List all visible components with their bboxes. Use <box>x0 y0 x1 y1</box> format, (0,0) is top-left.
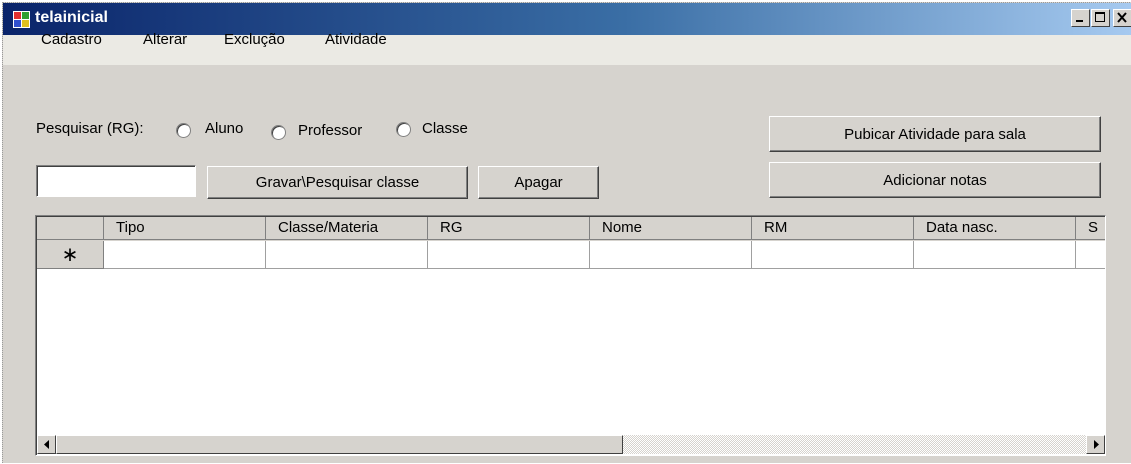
radio-professor-label[interactable]: Professor <box>298 122 362 139</box>
close-button[interactable] <box>1113 9 1131 27</box>
minimize-button[interactable] <box>1071 9 1090 27</box>
cell-classe-materia[interactable] <box>266 241 428 269</box>
cell-rg[interactable] <box>428 241 590 269</box>
window-title: telainicial <box>35 9 108 26</box>
column-header-data-nasc[interactable]: Data nasc. <box>914 217 1076 240</box>
grid-header-row: Tipo Classe/Materia RG Nome RM Data nasc… <box>37 217 1105 241</box>
scrollbar-thumb[interactable] <box>56 435 623 454</box>
minimize-icon <box>1076 20 1083 22</box>
radio-aluno[interactable] <box>176 123 191 138</box>
scroll-left-button[interactable] <box>37 435 56 454</box>
publish-activity-button[interactable]: Pubicar Atividade para sala <box>769 116 1101 152</box>
arrow-right-icon <box>1093 440 1099 449</box>
cell-s[interactable] <box>1076 241 1105 269</box>
close-icon <box>1117 12 1127 23</box>
new-row-marker[interactable]: ∗ <box>37 241 104 269</box>
grid-new-row[interactable]: ∗ <box>37 241 1105 269</box>
column-header-rm[interactable]: RM <box>752 217 914 240</box>
save-search-class-label: Gravar\Pesquisar classe <box>255 174 420 191</box>
horizontal-scrollbar[interactable] <box>37 435 1105 454</box>
rg-search-input[interactable] <box>36 165 196 197</box>
menu-atividade[interactable]: Atividade <box>325 31 387 48</box>
radio-professor[interactable] <box>271 125 286 140</box>
data-grid[interactable]: Tipo Classe/Materia RG Nome RM Data nasc… <box>35 215 1106 456</box>
save-search-class-button[interactable]: Gravar\Pesquisar classe <box>207 166 468 199</box>
column-header-classe-materia[interactable]: Classe/Materia <box>266 217 428 240</box>
main-window: telainicial Cadastro Alterar Exclução At… <box>2 2 1131 463</box>
maximize-icon <box>1095 12 1105 22</box>
radio-aluno-label[interactable]: Aluno <box>205 120 243 137</box>
scroll-right-button[interactable] <box>1086 435 1105 454</box>
column-header-rg[interactable]: RG <box>428 217 590 240</box>
menu-alterar[interactable]: Alterar <box>143 31 187 48</box>
cell-data-nasc[interactable] <box>914 241 1076 269</box>
column-header-nome[interactable]: Nome <box>590 217 752 240</box>
cell-tipo[interactable] <box>104 241 266 269</box>
publish-activity-label: Pubicar Atividade para sala <box>844 125 1026 143</box>
radio-classe-label[interactable]: Classe <box>422 120 468 137</box>
column-header-tipo[interactable]: Tipo <box>104 217 266 240</box>
add-grades-button[interactable]: Adicionar notas <box>769 162 1101 198</box>
delete-button[interactable]: Apagar <box>478 166 599 199</box>
add-grades-label: Adicionar notas <box>883 171 987 189</box>
arrow-left-icon <box>43 440 49 449</box>
column-header-s[interactable]: S <box>1076 217 1105 240</box>
menu-cadastro[interactable]: Cadastro <box>41 31 102 48</box>
menu-exclucao[interactable]: Exclução <box>224 31 285 48</box>
radio-classe[interactable] <box>396 122 411 137</box>
search-label: Pesquisar (RG): <box>36 120 144 137</box>
cell-nome[interactable] <box>590 241 752 269</box>
app-icon <box>13 11 30 28</box>
delete-label: Apagar <box>514 174 563 191</box>
cell-rm[interactable] <box>752 241 914 269</box>
grid-corner-header[interactable] <box>37 217 104 240</box>
maximize-button[interactable] <box>1091 9 1110 27</box>
